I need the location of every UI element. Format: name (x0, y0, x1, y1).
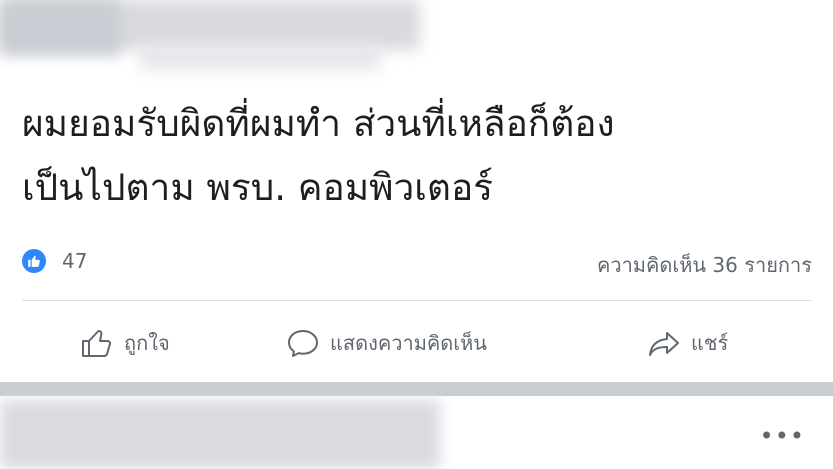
more-icon[interactable]: ••• (760, 422, 805, 450)
post-text-line-2: เป็นไปตาม พรบ. คอมพิวเตอร์ (22, 166, 494, 209)
share-arrow-icon (649, 332, 679, 356)
blurred-next-post-header (0, 400, 440, 469)
share-button[interactable]: แชร์ (647, 318, 728, 368)
like-button[interactable]: ถูกใจ (80, 318, 170, 368)
reaction-stats: 47 ความคิดเห็น 36 รายการ (22, 247, 812, 277)
comment-bubble-icon (288, 330, 318, 357)
post-body: ผมยอมรับผิดที่ผมทำ ส่วนที่เหลือก็ต้อง เป… (22, 92, 822, 220)
post-text-line-1: ผมยอมรับผิดที่ผมทำ ส่วนที่เหลือก็ต้อง (22, 102, 615, 145)
blurred-timestamp (140, 45, 380, 70)
thumbs-up-icon (82, 330, 112, 357)
comment-label: แสดงความคิดเห็น (330, 331, 487, 355)
action-divider (22, 300, 812, 301)
comment-button[interactable]: แสดงความคิดเห็น (286, 318, 487, 368)
share-label: แชร์ (691, 331, 729, 355)
like-count[interactable]: 47 (62, 249, 87, 273)
feed-separator (0, 382, 833, 396)
comment-count-link[interactable]: ความคิดเห็น 36 รายการ (597, 249, 812, 281)
blurred-avatar (0, 0, 120, 55)
post-action-bar: ถูกใจ แสดงความคิดเห็น แชร์ (0, 318, 833, 368)
thumbs-up-glyph (28, 255, 40, 267)
like-label: ถูกใจ (124, 331, 170, 355)
like-badge-icon[interactable] (22, 249, 46, 273)
